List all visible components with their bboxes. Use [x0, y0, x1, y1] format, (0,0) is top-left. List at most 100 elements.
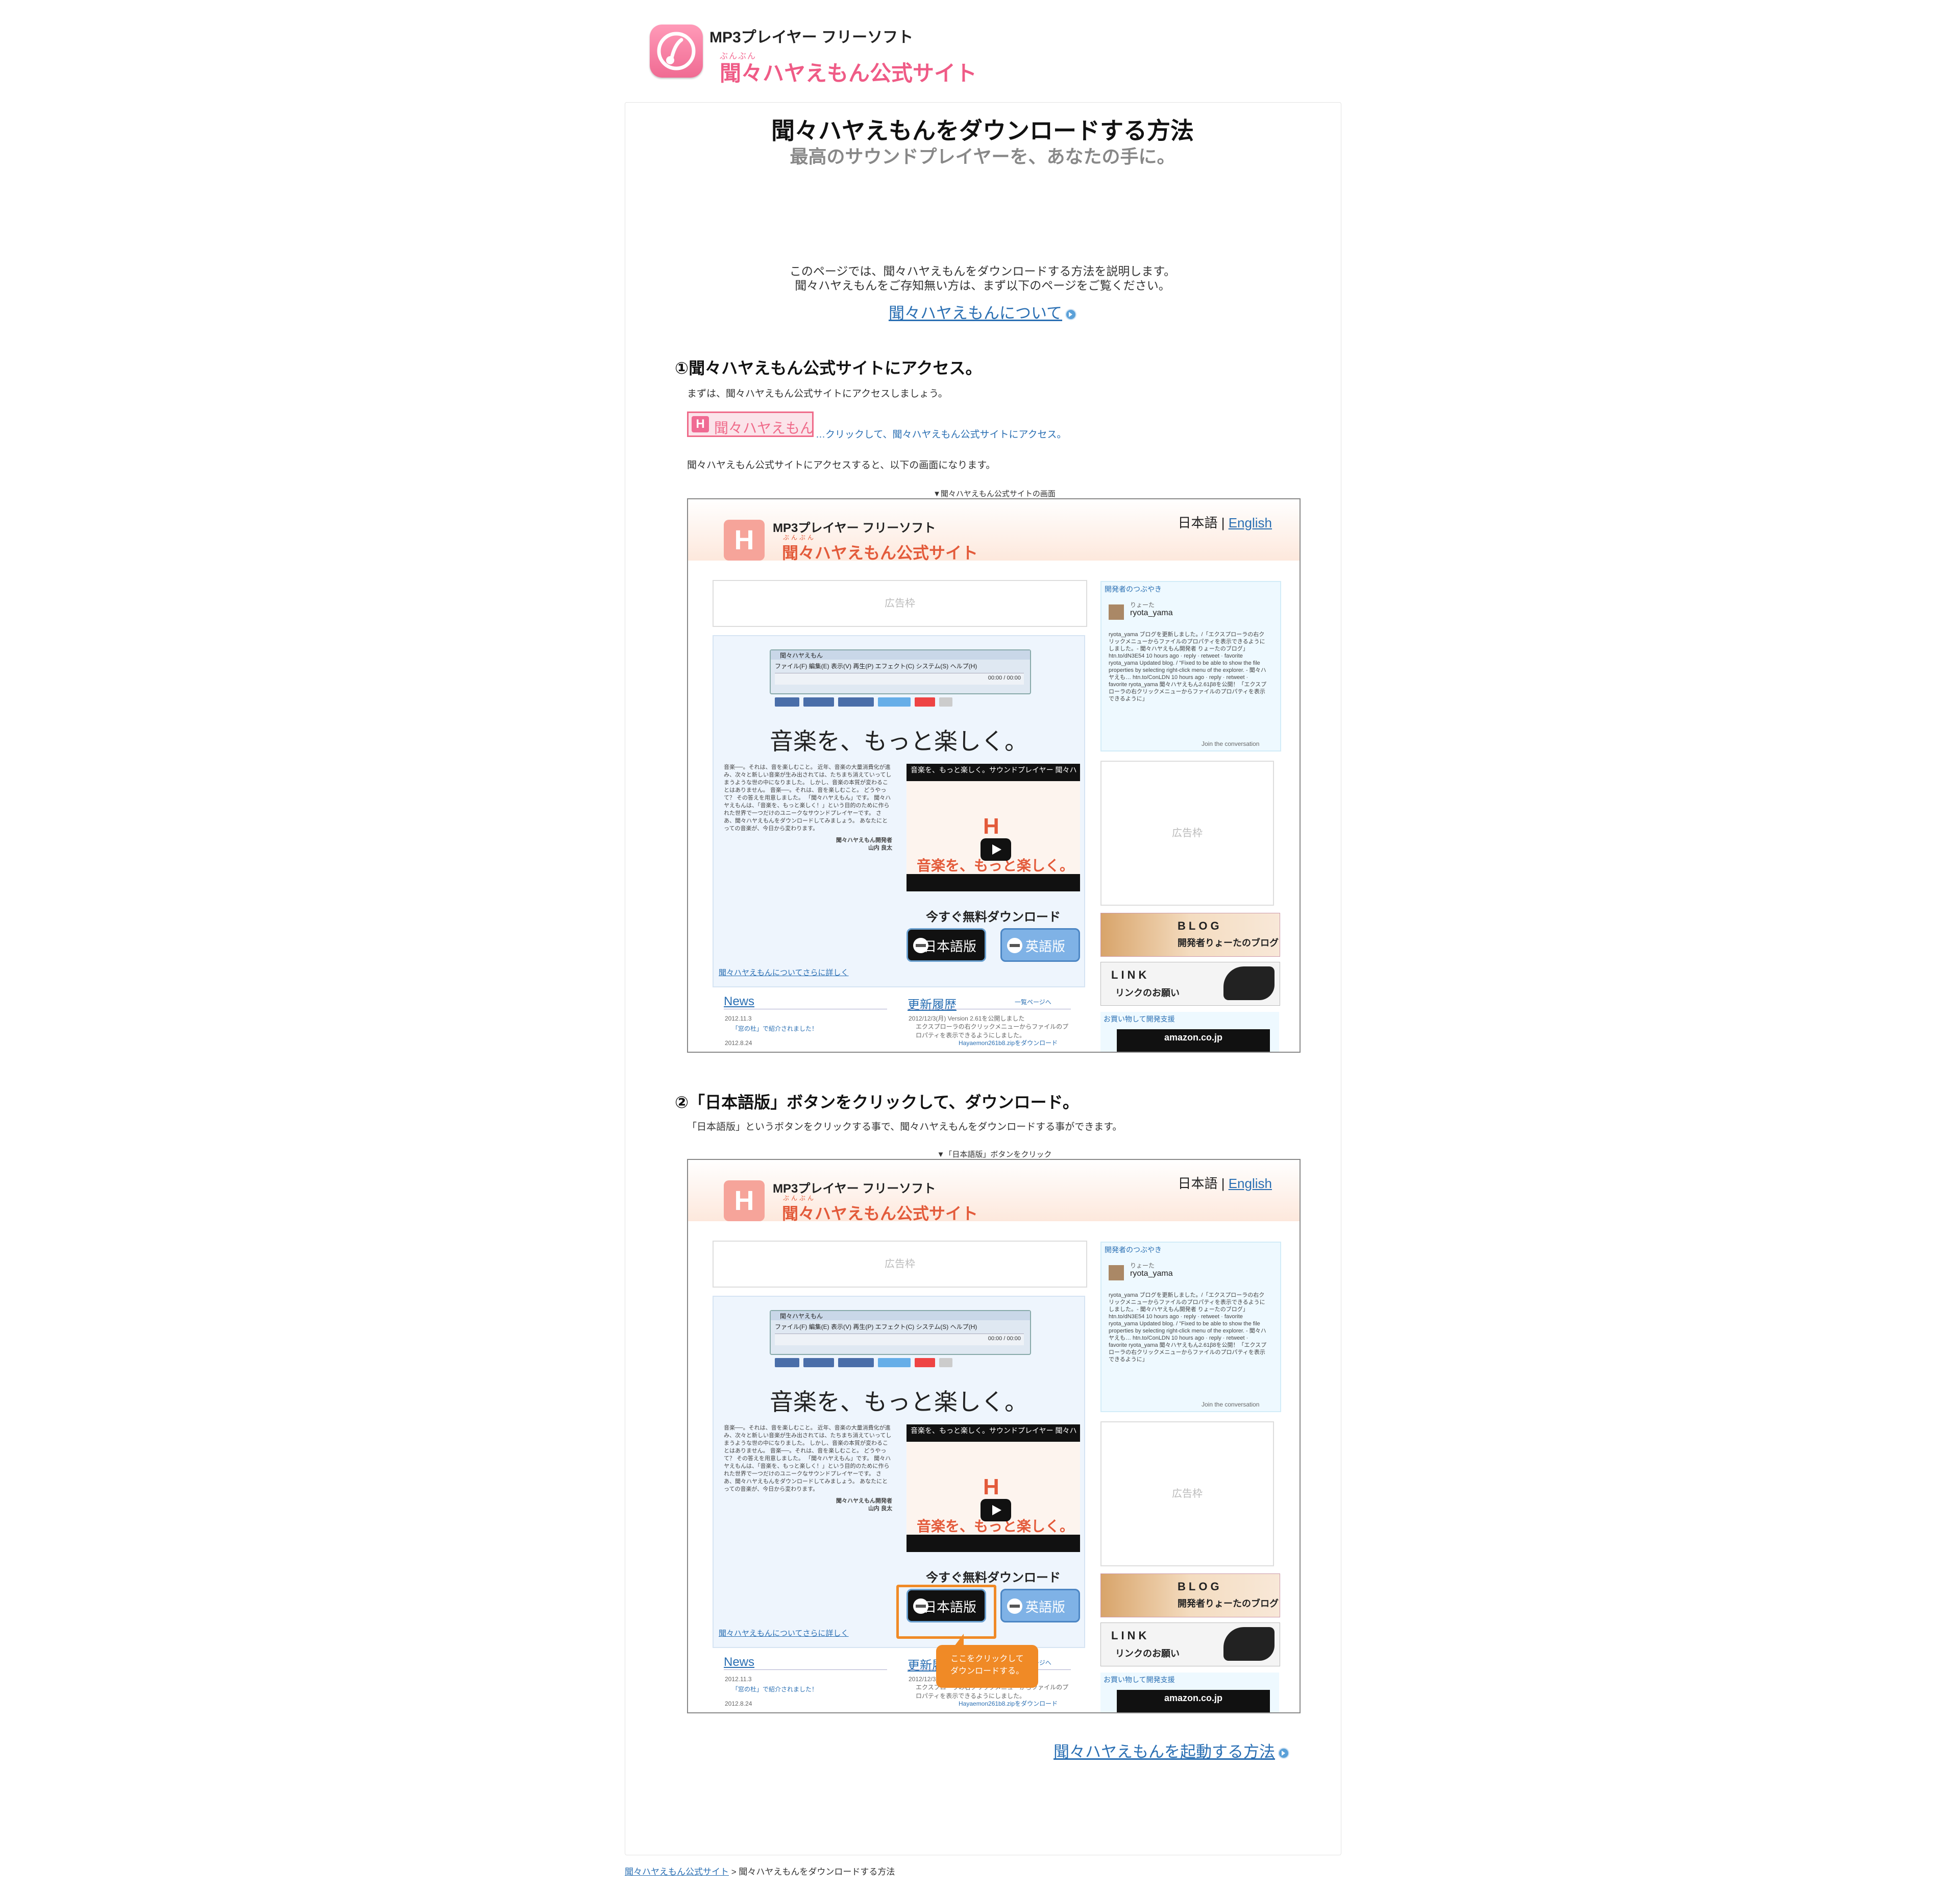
tweet-heading: 開発者のつぶやき	[1105, 585, 1162, 593]
amazon-banner: amazon.co.jp	[1117, 1029, 1270, 1052]
video-title: 音楽を、もっと楽しく。サウンドプレイヤー 聞々ハ	[911, 1426, 1077, 1435]
screenshot-body: 音楽──。それは、音を楽しむこと。 近年、音楽の大量消費化が進み、次々と新しい音…	[724, 1425, 892, 1492]
breadcrumb-current: 聞々ハヤえもんをダウンロードする方法	[739, 1867, 895, 1877]
author-line-2: 山内 良太	[868, 1506, 892, 1512]
update-download-link: Hayaemon261b8.zipをダウンロード	[959, 1700, 1058, 1707]
blog-sub: 開発者りょーたのブログ	[1178, 938, 1279, 948]
tweet-text: ryota_yama ブログを更新しました。/「エクスプローラの右クリックメニュ…	[1109, 632, 1267, 702]
update-line-1: 2012/12/3(月) Version 2.61を公開しました	[909, 1015, 1025, 1022]
download-en-button: 英語版	[1000, 1589, 1080, 1622]
callout-line-1: ここをクリックして	[950, 1655, 1024, 1663]
tweet-heading: 開発者のつぶやき	[1105, 1246, 1162, 1254]
app-window-title: 聞々ハヤえもん	[780, 652, 823, 659]
author-line-1: 聞々ハヤえもん開発者	[836, 1498, 892, 1504]
screenshot-logo-icon: H	[724, 520, 765, 561]
ad-slot-top: 広告枠	[713, 1241, 1087, 1288]
more-info-link: 聞々ハヤえもんについてさらに詳しく	[719, 968, 849, 977]
link-banner: LINK リンクのお願い	[1100, 962, 1280, 1006]
news-date-1: 2012.11.3	[725, 1015, 752, 1022]
screenshot-logo-icon: H	[724, 1180, 765, 1221]
arrow-circle-icon	[913, 938, 928, 953]
lang-sep: |	[1221, 515, 1225, 530]
app-window-title: 聞々ハヤえもん	[780, 1313, 823, 1320]
news-date-2: 2012.8.24	[725, 1039, 752, 1047]
music-note-icon	[657, 32, 696, 70]
author-line-1: 聞々ハヤえもん開発者	[836, 837, 892, 843]
blog-title: BLOG	[1178, 1580, 1222, 1593]
lang-ja: 日本語	[1178, 515, 1218, 530]
link-sub: リンクのお願い	[1115, 1649, 1180, 1659]
site-link-button[interactable]: H 聞々ハヤえもん	[687, 411, 814, 437]
callout-line-2: ダウンロードする。	[950, 1667, 1024, 1676]
blog-title: BLOG	[1178, 919, 1222, 932]
arrow-circle-icon	[1065, 308, 1077, 320]
social-buttons	[775, 697, 1020, 709]
site-link-instruction[interactable]: …クリックして、聞々ハヤえもん公式サイトにアクセス。	[816, 427, 1067, 441]
site-logo-icon[interactable]	[650, 25, 703, 78]
update-line-2: エクスプローラの右クリックメニューからファイルのプロパティを表示できるようにしま…	[916, 1023, 1069, 1039]
tweet-user: ryota_yama	[1130, 1269, 1173, 1278]
screenshot-slogan: 音楽を、もっと楽しく。	[770, 728, 1028, 755]
ad-slot-side: 広告枠	[1100, 761, 1274, 906]
screenshot-slogan: 音楽を、もっと楽しく。	[770, 1389, 1028, 1415]
news-item-1: 「窓の杜」で紹介されました！	[732, 1025, 818, 1032]
link-sub: リンクのお願い	[1115, 988, 1180, 998]
amazon-banner: amazon.co.jp	[1117, 1690, 1270, 1712]
video-logo: H	[983, 814, 999, 839]
cable-icon	[1223, 1627, 1275, 1661]
author-line-2: 山内 良太	[868, 845, 892, 851]
screenshot-body-text: 音楽──。それは、音を楽しむこと。 近年、音楽の大量消費化が進み、次々と新しい音…	[724, 1424, 892, 1513]
video-player: 音楽を、もっと楽しく。サウンドプレイヤー 聞々ハ H 音楽を、もっと楽しく。	[906, 764, 1080, 891]
screenshot-language-switch: 日本語 | English	[1178, 513, 1272, 531]
blog-banner: BLOG 開発者りょーたのブログ	[1100, 1573, 1280, 1617]
download-en-label: 英語版	[1025, 1600, 1065, 1615]
lang-sep: |	[1221, 1176, 1225, 1191]
link-title: LINK	[1111, 968, 1150, 981]
play-icon	[981, 838, 1011, 861]
breadcrumb-separator: >	[729, 1867, 739, 1877]
step1-text-2: 聞々ハヤえもん公式サイトにアクセスすると、以下の画面になります。	[687, 460, 996, 471]
ad-slot-top: 広告枠	[713, 580, 1087, 627]
arrow-circle-icon	[1278, 1747, 1289, 1759]
breadcrumb-home[interactable]: 聞々ハヤえもん公式サイト	[625, 1867, 729, 1877]
amazon-heading: お買い物して開発支援	[1104, 1676, 1175, 1684]
news-heading: News	[724, 995, 755, 1008]
video-title: 音楽を、もっと楽しく。サウンドプレイヤー 聞々ハ	[911, 766, 1077, 774]
screenshot-language-switch: 日本語 | English	[1178, 1173, 1272, 1192]
tweet-user-kana: りょーた	[1130, 1262, 1155, 1269]
app-time: 00:00 / 00:00	[988, 675, 1021, 681]
app-menu-bar: ファイル(F) 編集(E) 表示(V) 再生(P) エフェクト(C) システム(…	[775, 1323, 977, 1330]
download-heading: 今すぐ無料ダウンロード	[926, 910, 1061, 924]
lang-en: English	[1228, 515, 1272, 530]
intro-line-2: 聞々ハヤえもんをご存知無い方は、まず以下のページをご覧ください。	[795, 279, 1170, 292]
amazon-heading: お買い物して開発支援	[1104, 1015, 1175, 1023]
app-window-image: 聞々ハヤえもん ファイル(F) 編集(E) 表示(V) 再生(P) エフェクト(…	[770, 1310, 1031, 1355]
site-subtitle: MP3プレイヤー フリーソフト	[709, 29, 914, 46]
app-window-image: 聞々ハヤえもん ファイル(F) 編集(E) 表示(V) 再生(P) エフェクト(…	[770, 649, 1031, 694]
about-link-row: 聞々ハヤえもんについて	[625, 300, 1340, 323]
update-download-link: Hayaemon261b8.zipをダウンロード	[959, 1039, 1058, 1047]
avatar	[1109, 604, 1124, 620]
site-title[interactable]: 聞々ハヤえもん公式サイト	[720, 56, 977, 87]
site-screenshot-1: H MP3プレイヤー フリーソフト ぶんぶん 聞々ハヤえもん公式サイト 日本語 …	[687, 498, 1301, 1053]
blog-sub: 開発者りょーたのブログ	[1178, 1598, 1279, 1609]
page-subtitle: 最高のサウンドプレイヤーを、あなたの手に。	[790, 146, 1175, 167]
tweet-join: Join the conversation	[1202, 1401, 1260, 1408]
link-title: LINK	[1111, 1629, 1150, 1642]
play-icon	[981, 1499, 1011, 1521]
about-link[interactable]: 聞々ハヤえもんについて	[889, 304, 1062, 322]
tweet-user: ryota_yama	[1130, 609, 1173, 617]
app-time: 00:00 / 00:00	[988, 1336, 1021, 1342]
next-page-link[interactable]: 聞々ハヤえもんを起動する方法	[1054, 1743, 1275, 1761]
download-ja-label: 日本語版	[923, 939, 976, 954]
lang-ja: 日本語	[1178, 1176, 1218, 1191]
video-player: 音楽を、もっと楽しく。サウンドプレイヤー 聞々ハ H 音楽を、もっと楽しく。	[906, 1424, 1080, 1552]
tweet-widget: 開発者のつぶやき りょーた ryota_yama ryota_yama ブログを…	[1100, 581, 1281, 752]
arrow-circle-icon	[1007, 938, 1022, 953]
hayaemon-logo-icon: H	[692, 416, 709, 432]
ad-slot-side: 広告枠	[1100, 1421, 1274, 1566]
arrow-circle-icon	[1007, 1598, 1022, 1614]
screenshot-body: 音楽──。それは、音を楽しむこと。 近年、音楽の大量消費化が進み、次々と新しい音…	[724, 764, 892, 832]
screenshot-title: 聞々ハヤえもん公式サイト	[782, 1204, 978, 1223]
news-date-1: 2012.11.3	[725, 1676, 752, 1683]
